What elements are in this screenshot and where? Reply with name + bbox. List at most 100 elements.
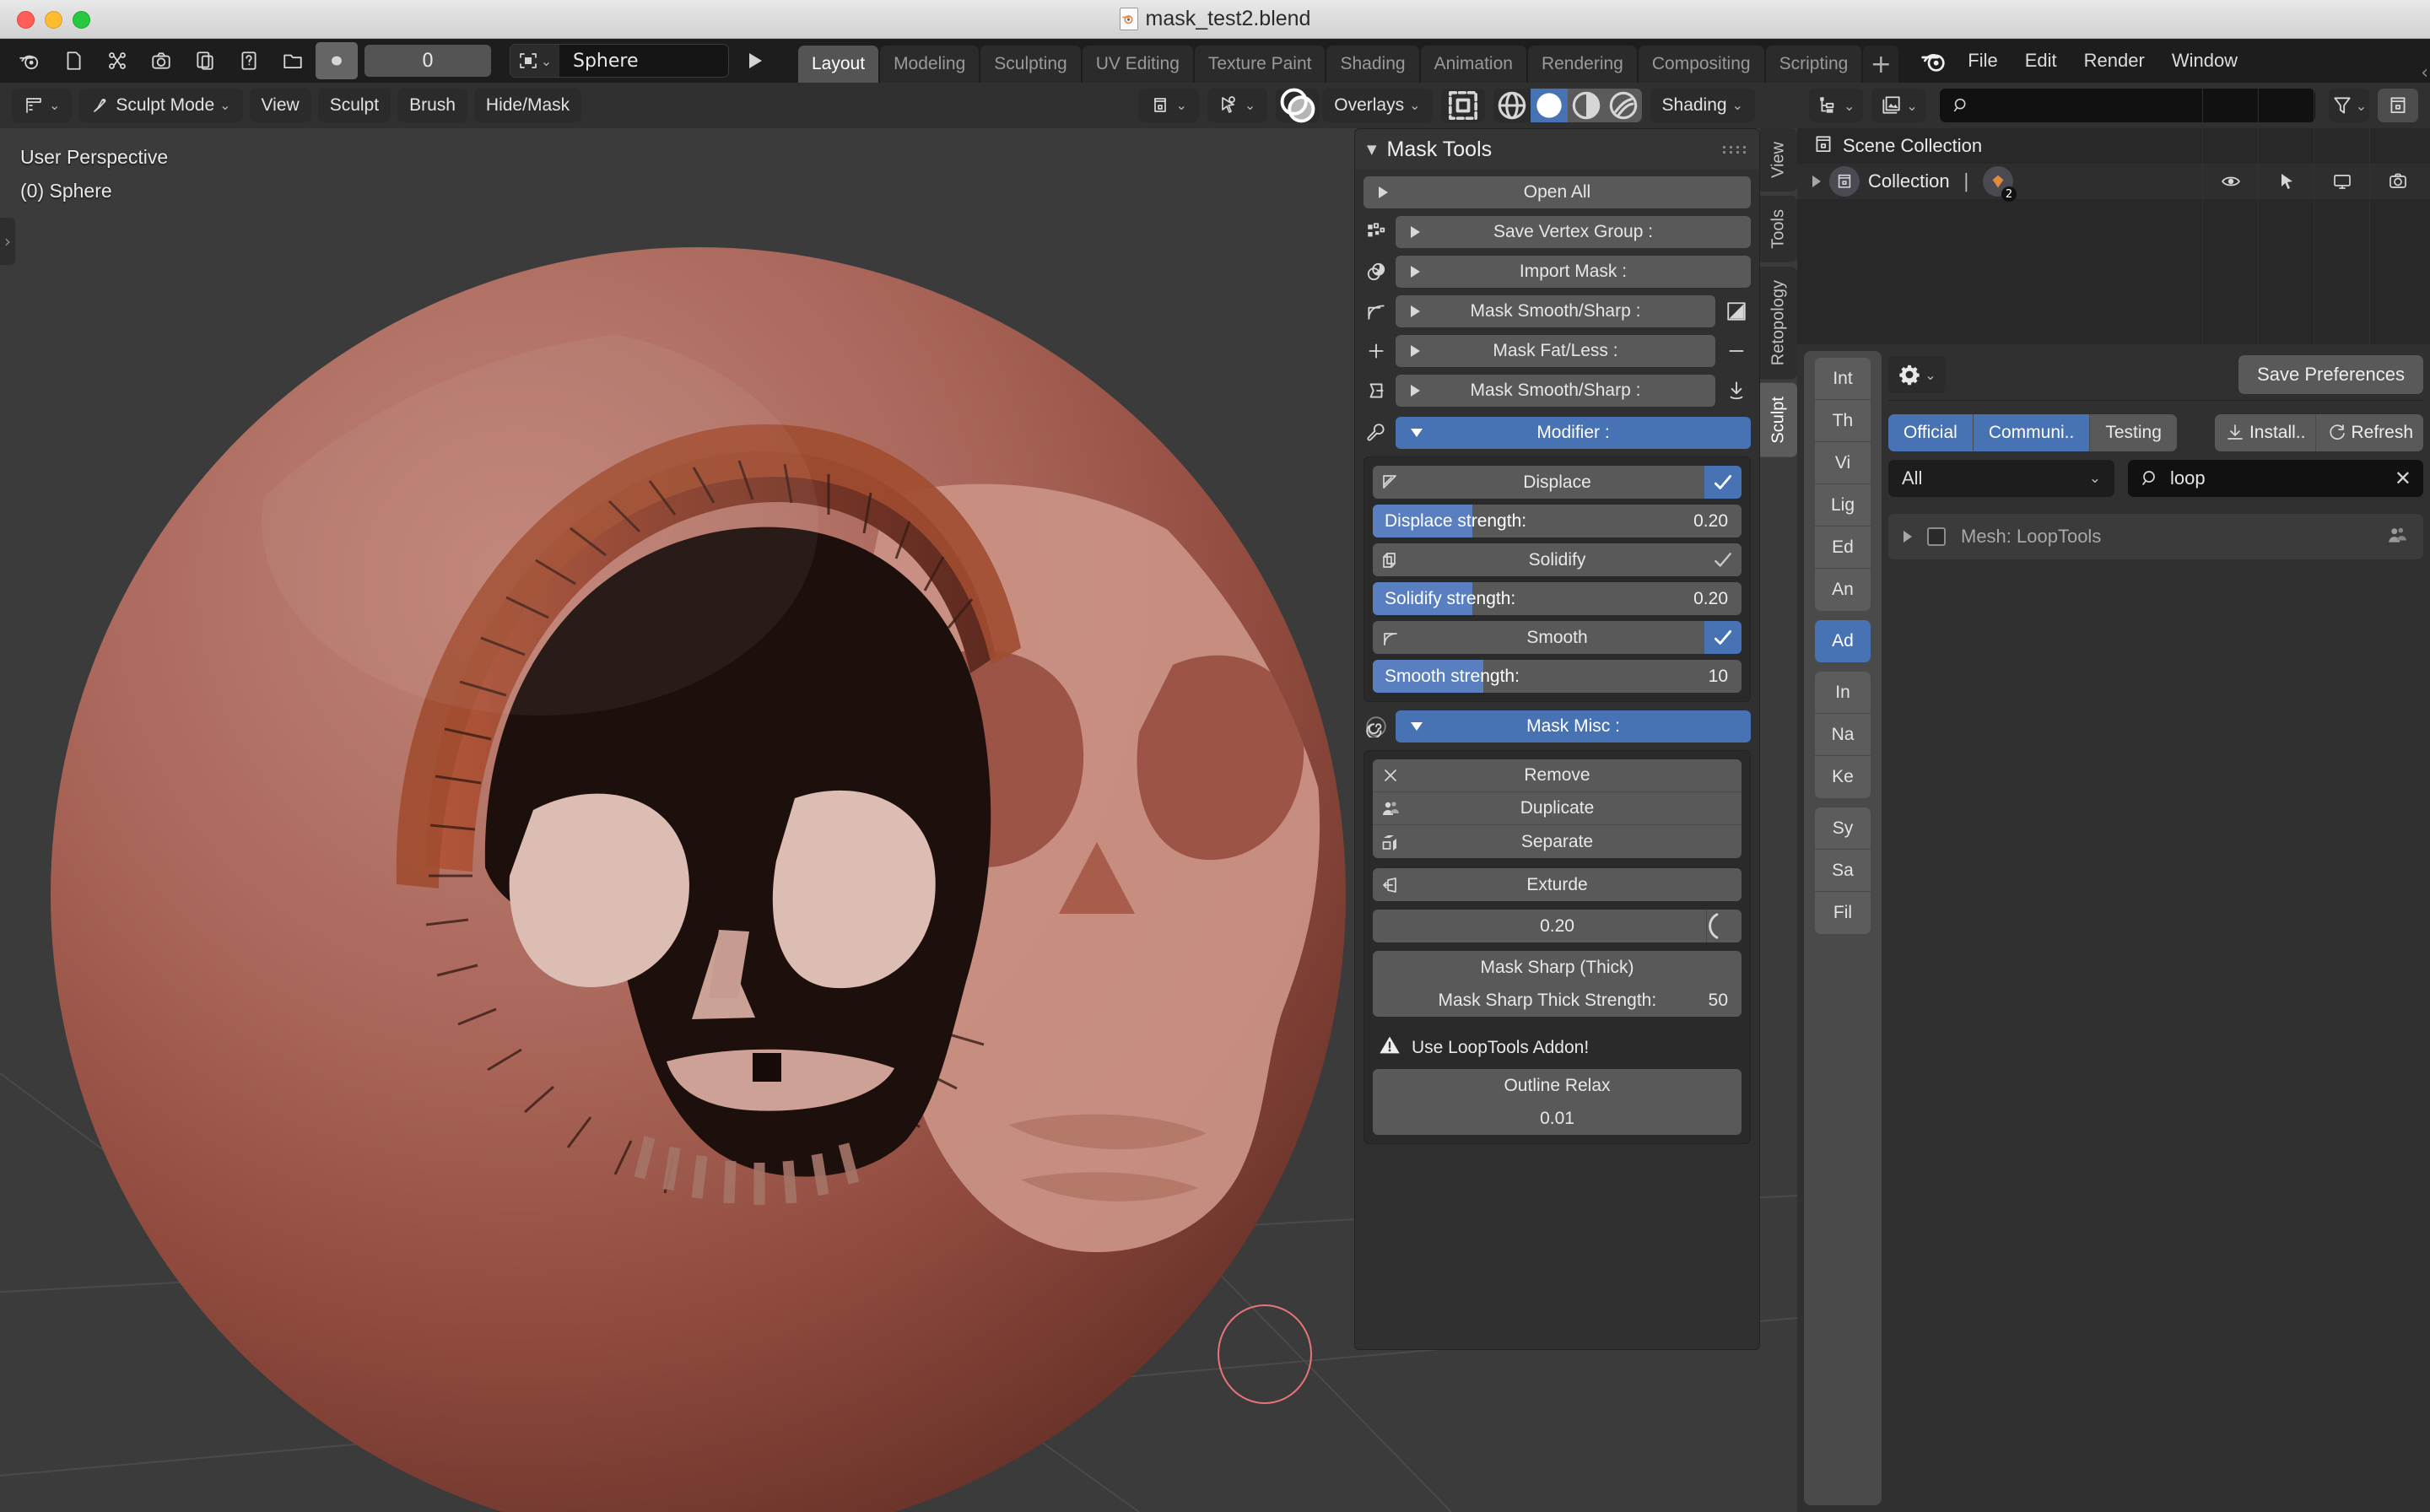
pref-tab-editing[interactable]: Ed	[1815, 526, 1871, 569]
outliner-search-input[interactable]	[1939, 89, 2315, 122]
sidebar-toggle-icon[interactable]: ›	[0, 218, 15, 265]
addon-enable-checkbox[interactable]	[1927, 527, 1946, 546]
zoom-button[interactable]	[73, 10, 90, 29]
mask-misc-section-toggle[interactable]: Mask Misc :	[1396, 710, 1751, 742]
pref-tab-viewport[interactable]: Vi	[1815, 442, 1871, 484]
add-workspace-button[interactable]: +	[1863, 46, 1899, 83]
duplicate-button[interactable]: Duplicate	[1373, 792, 1742, 825]
outliner-search-field[interactable]	[1978, 95, 2303, 116]
pref-tab-saveload[interactable]: Sa	[1815, 850, 1871, 892]
open-all-button[interactable]: Open All	[1364, 176, 1751, 208]
help-icon[interactable]	[228, 42, 270, 79]
addon-list-item[interactable]: Mesh: LoopTools	[1888, 514, 2423, 559]
shading-material-preview[interactable]	[1567, 89, 1605, 122]
outliner-collection-button[interactable]	[2378, 89, 2418, 122]
tab-texture-paint[interactable]: Texture Paint	[1194, 46, 1326, 83]
solidify-row[interactable]: Solidify	[1373, 543, 1742, 576]
displace-checkbox[interactable]	[1704, 466, 1742, 499]
tab-scripting[interactable]: Scripting	[1765, 46, 1862, 83]
save-preferences-button[interactable]: Save Preferences	[2238, 355, 2423, 394]
clear-search-icon[interactable]: ✕	[2395, 467, 2411, 490]
refresh-addons-button[interactable]: Refresh	[2316, 414, 2423, 451]
plus-icon[interactable]	[1364, 338, 1389, 364]
shading-wireframe[interactable]	[1493, 89, 1531, 122]
mask-tools-header[interactable]: ▼ Mask Tools	[1355, 129, 1759, 170]
object-types-visibility-icon[interactable]: ⌄	[1138, 89, 1199, 122]
menu-brush[interactable]: Brush	[397, 89, 467, 122]
install-addon-button[interactable]: Install..	[2214, 414, 2317, 451]
minus-icon[interactable]	[1722, 337, 1751, 365]
minimize-button[interactable]	[45, 10, 62, 29]
tab-shading[interactable]: Shading	[1326, 46, 1419, 83]
save-vertex-group-button[interactable]: Save Vertex Group :	[1396, 216, 1751, 248]
restrict-select-icon[interactable]	[2258, 164, 2314, 199]
blender-icon[interactable]	[8, 42, 51, 79]
pref-tab-keymap[interactable]: Ke	[1815, 756, 1871, 798]
pref-tab-system[interactable]: Sy	[1815, 807, 1871, 850]
outliner-row-scene-collection[interactable]: Scene Collection	[1797, 128, 2430, 164]
pref-tab-addons[interactable]: Ad	[1815, 620, 1871, 662]
tab-sculpting[interactable]: Sculpting	[980, 46, 1081, 83]
import-mask-button[interactable]: Import Mask :	[1396, 256, 1751, 288]
disclosure-triangle-icon[interactable]	[1812, 176, 1821, 187]
download-icon[interactable]	[1722, 376, 1751, 405]
solidify-checkbox[interactable]	[1704, 543, 1742, 576]
sidebar-tab-view[interactable]: View	[1760, 128, 1797, 192]
tab-animation[interactable]: Animation	[1420, 46, 1526, 83]
outliner-row-collection[interactable]: Collection | 2	[1797, 164, 2430, 202]
displace-row[interactable]: Displace	[1373, 466, 1742, 499]
filter-testing[interactable]: Testing	[2090, 414, 2177, 451]
menu-file[interactable]: File	[1954, 42, 2011, 79]
folder-icon[interactable]	[272, 42, 314, 79]
editor-type-icon[interactable]: ⌄	[12, 89, 73, 122]
menu-view[interactable]: View	[249, 89, 311, 122]
pref-tab-input[interactable]: In	[1815, 672, 1871, 714]
sidebar-tab-sculpt[interactable]: Sculpt	[1760, 382, 1797, 457]
frame-field[interactable]: 0	[364, 45, 491, 77]
disclosure-triangle-icon[interactable]	[1904, 531, 1912, 543]
pref-tab-animation[interactable]: An	[1815, 569, 1871, 611]
tab-uv-editing[interactable]: UV Editing	[1082, 46, 1193, 83]
menu-overflow-icon[interactable]: ‹	[2421, 62, 2428, 84]
pref-tab-navigation[interactable]: Na	[1815, 714, 1871, 756]
menu-hide-mask[interactable]: Hide/Mask	[473, 89, 582, 122]
xray-icon[interactable]	[1440, 89, 1485, 122]
render-camera-icon[interactable]	[140, 42, 182, 79]
modifier-section-toggle[interactable]: Modifier :	[1396, 417, 1751, 449]
close-button[interactable]	[17, 10, 35, 29]
pref-tab-interface[interactable]: Int	[1815, 358, 1871, 400]
exturde-value-field[interactable]: 0.20	[1373, 910, 1742, 942]
menu-render[interactable]: Render	[2071, 42, 2158, 79]
outliner-display-mode[interactable]: ⌄	[1809, 89, 1864, 122]
smooth-row[interactable]: Smooth	[1373, 621, 1742, 654]
separate-button[interactable]: Separate	[1373, 825, 1742, 858]
tab-rendering[interactable]: Rendering	[1527, 46, 1637, 83]
tab-layout[interactable]: Layout	[798, 46, 879, 83]
shading-rendered[interactable]	[1604, 89, 1642, 122]
menu-sculpt[interactable]: Sculpt	[317, 89, 392, 122]
tab-compositing[interactable]: Compositing	[1638, 46, 1764, 83]
menu-edit[interactable]: Edit	[2012, 42, 2071, 79]
new-file-icon[interactable]	[52, 42, 94, 79]
copy-icon[interactable]	[184, 42, 226, 79]
restrict-viewport-icon[interactable]	[2314, 164, 2369, 199]
sidebar-tab-tools[interactable]: Tools	[1760, 196, 1797, 262]
shading-dropdown[interactable]: Shading ⌄	[1650, 89, 1755, 122]
preferences-options-button[interactable]: ⌄	[1888, 356, 1946, 393]
restrict-hide-icon[interactable]	[2202, 164, 2258, 199]
mask-smooth-sharp-button-2[interactable]: Mask Smooth/Sharp :	[1396, 375, 1715, 407]
mode-selector[interactable]: Sculpt Mode ⌄	[78, 89, 243, 122]
object-select-icon[interactable]: ⌄	[510, 45, 559, 77]
pref-tab-themes[interactable]: Th	[1815, 400, 1871, 442]
outline-relax-button[interactable]: Outline Relax	[1373, 1069, 1742, 1102]
displace-strength-slider[interactable]: Displace strength: 0.20	[1373, 505, 1742, 537]
blender-menu-icon[interactable]	[1914, 42, 1954, 79]
gizmo-icon[interactable]: ⌄	[1207, 89, 1268, 122]
mask-sharp-thick-button[interactable]: Mask Sharp (Thick)	[1373, 951, 1742, 984]
remove-button[interactable]: Remove	[1373, 759, 1742, 792]
solidify-strength-slider[interactable]: Solidify strength: 0.20	[1373, 582, 1742, 615]
smooth-checkbox[interactable]	[1704, 621, 1742, 654]
restrict-render-icon[interactable]	[2369, 164, 2425, 199]
pref-tab-filepaths[interactable]: Fil	[1815, 892, 1871, 934]
mesh-objects-badge[interactable]: 2	[1983, 166, 2017, 202]
